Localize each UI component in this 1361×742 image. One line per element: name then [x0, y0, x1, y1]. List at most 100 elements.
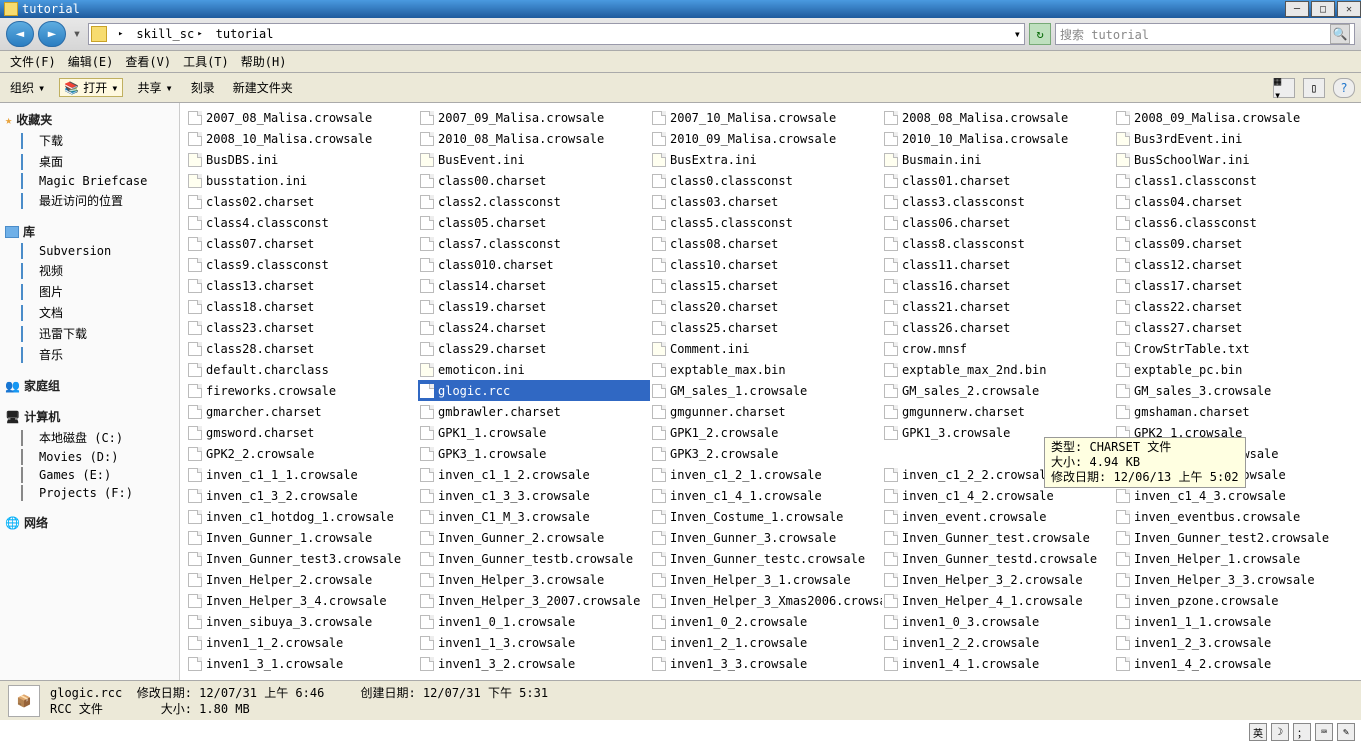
file-item[interactable]: class5.classconst	[650, 212, 882, 233]
preview-pane-button[interactable]: ▯	[1303, 78, 1325, 98]
file-item[interactable]: Inven_Helper_3_Xmas2006.crowsale	[650, 590, 882, 611]
file-item[interactable]: class08.charset	[650, 233, 882, 254]
file-item[interactable]: inven1_2_2.crowsale	[882, 632, 1114, 653]
sidebar-network[interactable]: 🌐网络	[3, 512, 176, 533]
sidebar-libraries[interactable]: 库	[3, 221, 176, 242]
file-item[interactable]: BusEvent.ini	[418, 149, 650, 170]
file-item[interactable]: Inven_Gunner_testc.crowsale	[650, 548, 882, 569]
file-item[interactable]: inven_c1_hotdog_1.crowsale	[186, 506, 418, 527]
file-item[interactable]: class07.charset	[186, 233, 418, 254]
ime-pad-icon[interactable]: ✎	[1337, 723, 1355, 741]
chevron-down-icon[interactable]: ▾	[1014, 27, 1021, 41]
file-item[interactable]: inven1_4_2.crowsale	[1114, 653, 1346, 674]
file-item[interactable]: GPK2_2.crowsale	[186, 443, 418, 464]
file-item[interactable]: gmsword.charset	[186, 422, 418, 443]
file-item[interactable]: class05.charset	[418, 212, 650, 233]
file-item[interactable]: class21.charset	[882, 296, 1114, 317]
forward-button[interactable]: ►	[38, 21, 66, 47]
organize-button[interactable]: 组织 ▾	[6, 79, 49, 96]
sidebar-item[interactable]: Magic Briefcase	[3, 172, 176, 190]
file-item[interactable]: class18.charset	[186, 296, 418, 317]
file-item[interactable]: busstation.ini	[186, 170, 418, 191]
breadcrumb-segment[interactable]: tutorial	[210, 24, 281, 44]
file-item[interactable]: GPK3_2.crowsale	[650, 443, 882, 464]
file-item[interactable]: GM_sales_1.crowsale	[650, 380, 882, 401]
file-item[interactable]: class10.charset	[650, 254, 882, 275]
file-item[interactable]: BusExtra.ini	[650, 149, 882, 170]
file-item[interactable]: default.charclass	[186, 359, 418, 380]
file-item[interactable]: GPK1_2.crowsale	[650, 422, 882, 443]
sidebar-item[interactable]: 迅雷下载	[3, 323, 176, 344]
new-folder-button[interactable]: 新建文件夹	[229, 79, 297, 96]
view-mode-button[interactable]: ▦ ▾	[1273, 78, 1295, 98]
menu-tools[interactable]: 工具(T)	[177, 53, 235, 70]
file-item[interactable]: CrowStrTable.txt	[1114, 338, 1346, 359]
file-item[interactable]: class20.charset	[650, 296, 882, 317]
file-item[interactable]: inven1_4_1.crowsale	[882, 653, 1114, 674]
file-item[interactable]: inven1_2_3.crowsale	[1114, 632, 1346, 653]
file-item[interactable]: class25.charset	[650, 317, 882, 338]
file-item[interactable]: BusSchoolWar.ini	[1114, 149, 1346, 170]
file-item[interactable]: fireworks.crowsale	[186, 380, 418, 401]
file-item[interactable]: 2008_08_Malisa.crowsale	[882, 107, 1114, 128]
menu-file[interactable]: 文件(F)	[4, 53, 62, 70]
file-item[interactable]: 2007_08_Malisa.crowsale	[186, 107, 418, 128]
file-item[interactable]: 2008_10_Malisa.crowsale	[186, 128, 418, 149]
file-item[interactable]: Inven_Helper_3_4.crowsale	[186, 590, 418, 611]
file-item[interactable]: inven_c1_1_1.crowsale	[186, 464, 418, 485]
file-item[interactable]: 2010_10_Malisa.crowsale	[882, 128, 1114, 149]
file-item[interactable]: 2008_09_Malisa.crowsale	[1114, 107, 1346, 128]
file-item[interactable]: class22.charset	[1114, 296, 1346, 317]
file-item[interactable]: class0.classconst	[650, 170, 882, 191]
sidebar-item[interactable]: 图片	[3, 281, 176, 302]
file-item[interactable]: class12.charset	[1114, 254, 1346, 275]
minimize-button[interactable]: ─	[1285, 1, 1309, 17]
file-item[interactable]: class28.charset	[186, 338, 418, 359]
file-item[interactable]: Inven_Helper_3_2.crowsale	[882, 569, 1114, 590]
file-item[interactable]: inven1_3_3.crowsale	[650, 653, 882, 674]
file-item[interactable]: Inven_Helper_3_3.crowsale	[1114, 569, 1346, 590]
file-item[interactable]: inven_c1_1_2.crowsale	[418, 464, 650, 485]
breadcrumb-segment[interactable]: ▸	[109, 24, 130, 44]
file-item[interactable]: inven1_3_2.crowsale	[418, 653, 650, 674]
ime-lang-button[interactable]: 英	[1249, 723, 1267, 741]
file-item[interactable]: GPK1_1.crowsale	[418, 422, 650, 443]
file-item[interactable]: inven1_1_2.crowsale	[186, 632, 418, 653]
file-item[interactable]: BusDBS.ini	[186, 149, 418, 170]
file-item[interactable]: Inven_Gunner_1.crowsale	[186, 527, 418, 548]
file-item[interactable]: Inven_Gunner_testd.crowsale	[882, 548, 1114, 569]
file-item[interactable]: GM_sales_2.crowsale	[882, 380, 1114, 401]
file-item[interactable]: class06.charset	[882, 212, 1114, 233]
search-input[interactable]: 搜索 tutorial 🔍	[1055, 23, 1355, 45]
file-item[interactable]: Inven_Gunner_3.crowsale	[650, 527, 882, 548]
file-item[interactable]: class03.charset	[650, 191, 882, 212]
sidebar-item[interactable]: 音乐	[3, 344, 176, 365]
menu-edit[interactable]: 编辑(E)	[62, 53, 120, 70]
file-item[interactable]: class4.classconst	[186, 212, 418, 233]
sidebar-homegroup[interactable]: 👥家庭组	[3, 375, 176, 396]
ime-punct-icon[interactable]: ；	[1293, 723, 1311, 741]
close-button[interactable]: ✕	[1337, 1, 1361, 17]
file-item[interactable]: inven1_3_1.crowsale	[186, 653, 418, 674]
file-item[interactable]: 2010_09_Malisa.crowsale	[650, 128, 882, 149]
sidebar-item[interactable]: 桌面	[3, 151, 176, 172]
ime-moon-icon[interactable]: ☽	[1271, 723, 1289, 741]
burn-button[interactable]: 刻录	[187, 79, 219, 96]
sidebar-item[interactable]: 下载	[3, 130, 176, 151]
search-icon[interactable]: 🔍	[1330, 24, 1350, 44]
file-item[interactable]: Inven_Helper_3_1.crowsale	[650, 569, 882, 590]
file-item[interactable]: class27.charset	[1114, 317, 1346, 338]
file-item[interactable]: inven1_0_3.crowsale	[882, 611, 1114, 632]
file-item[interactable]: class09.charset	[1114, 233, 1346, 254]
file-item[interactable]: inven_c1_2_1.crowsale	[650, 464, 882, 485]
file-item[interactable]: gmgunnerw.charset	[882, 401, 1114, 422]
file-item[interactable]: inven1_1_1.crowsale	[1114, 611, 1346, 632]
file-item[interactable]: inven_c1_3_2.crowsale	[186, 485, 418, 506]
file-item[interactable]: Inven_Helper_1.crowsale	[1114, 548, 1346, 569]
file-item[interactable]: inven_c1_4_1.crowsale	[650, 485, 882, 506]
file-item[interactable]: Inven_Gunner_testb.crowsale	[418, 548, 650, 569]
sidebar-item[interactable]: 最近访问的位置	[3, 190, 176, 211]
file-item[interactable]: Inven_Gunner_test3.crowsale	[186, 548, 418, 569]
sidebar-item[interactable]: Projects (F:)	[3, 484, 176, 502]
file-item[interactable]: inven1_0_1.crowsale	[418, 611, 650, 632]
